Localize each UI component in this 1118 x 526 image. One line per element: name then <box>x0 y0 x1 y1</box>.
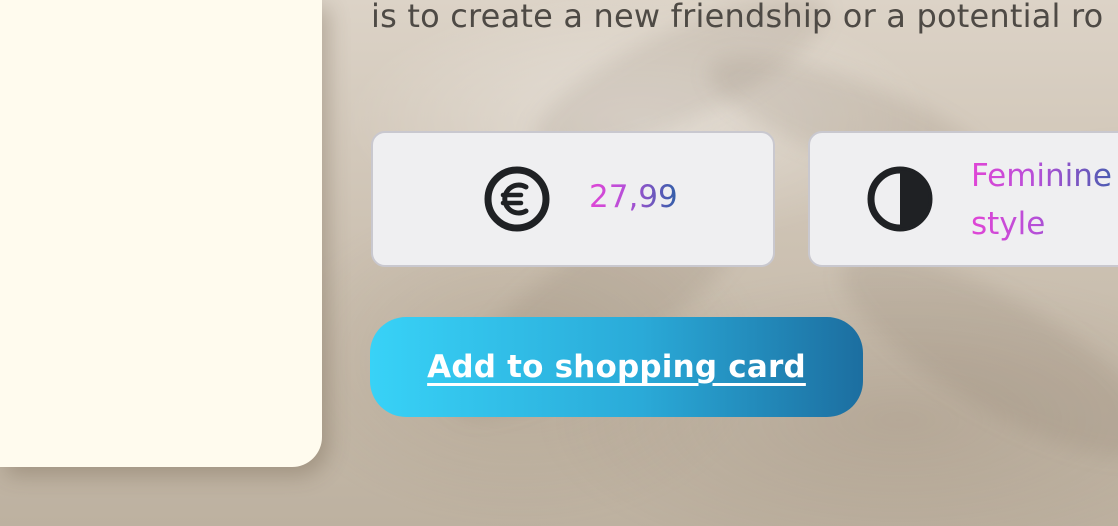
style-value: Feminine style <box>971 152 1118 248</box>
price-value: 27,99 <box>589 179 678 215</box>
contrast-icon <box>867 166 933 232</box>
add-to-shopping-card-button[interactable]: Add to shopping card <box>370 317 863 417</box>
product-image-card <box>0 0 322 467</box>
price-box: 27,99 <box>371 131 775 267</box>
euro-icon <box>484 166 550 232</box>
product-description: is to create a new friendship or a poten… <box>371 0 1104 35</box>
style-box: Feminine style <box>808 131 1118 267</box>
